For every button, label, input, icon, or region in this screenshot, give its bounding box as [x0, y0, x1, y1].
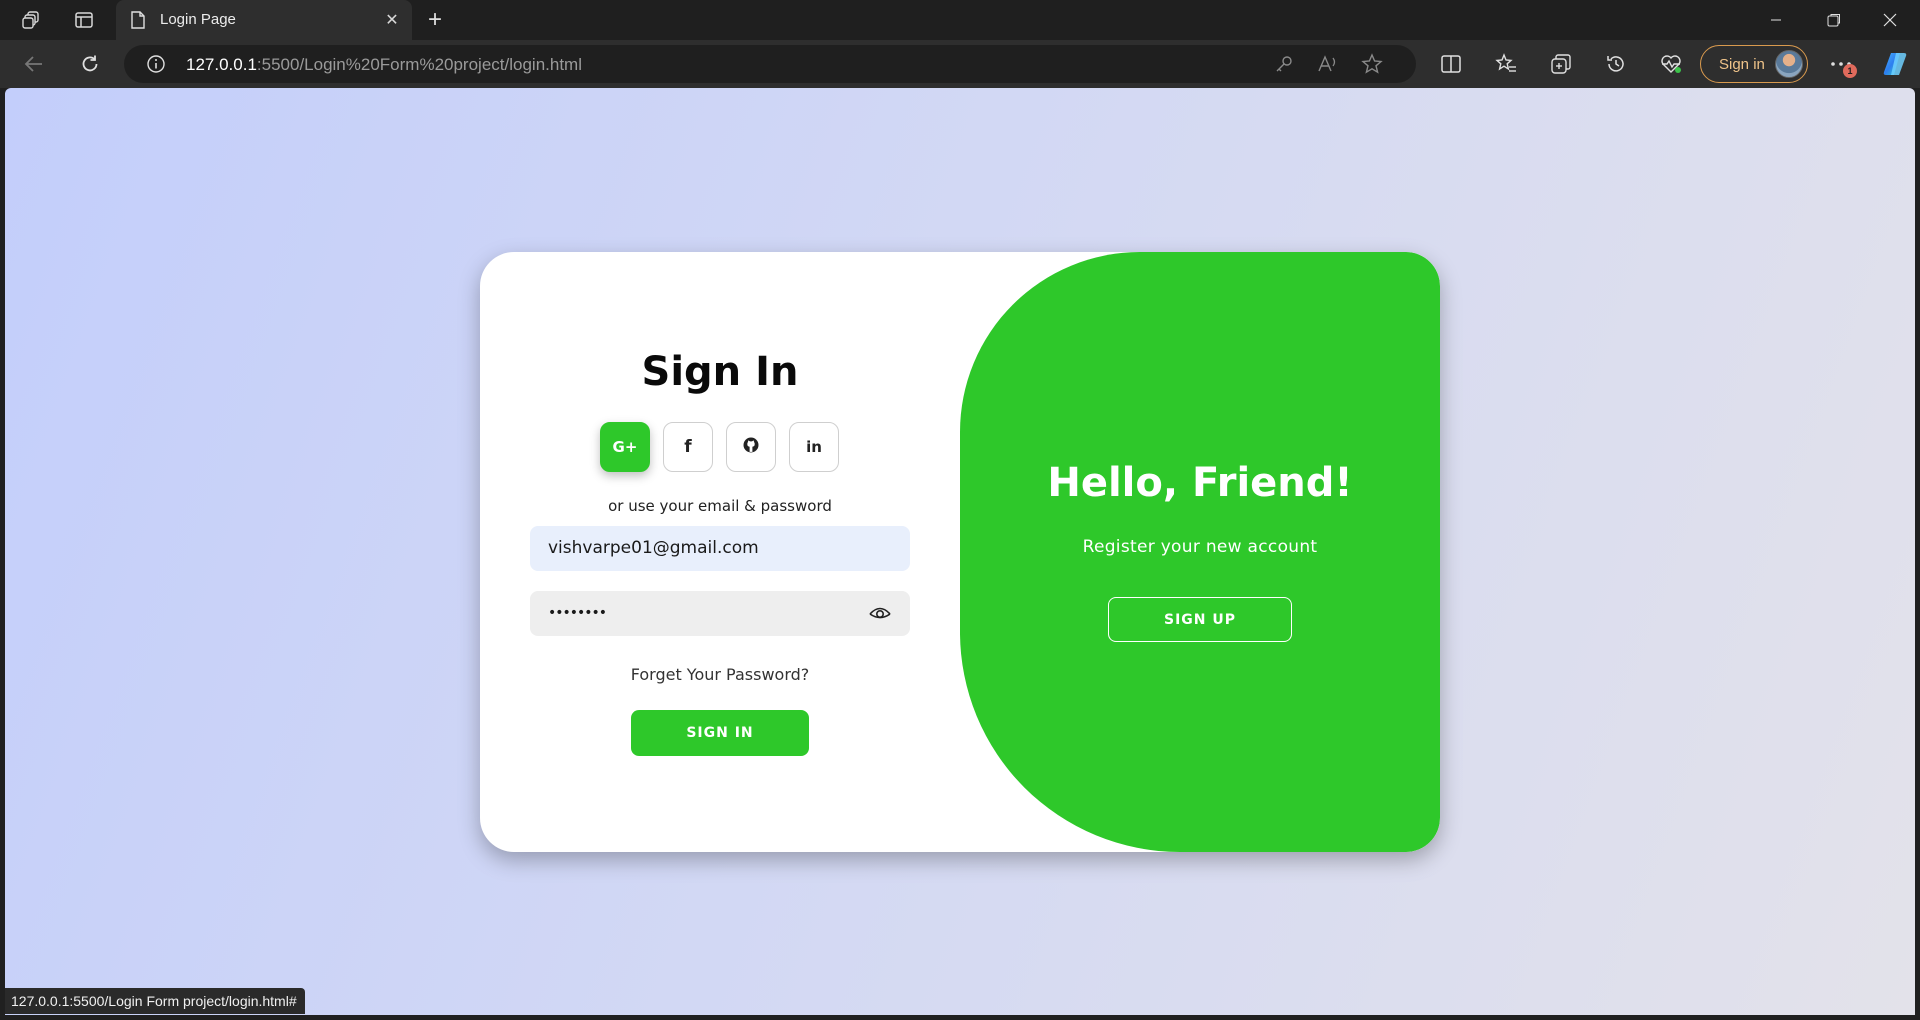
- profile-signin-button[interactable]: Sign in: [1700, 45, 1808, 83]
- page-icon: [128, 10, 148, 30]
- signin-button[interactable]: SIGN IN: [631, 710, 809, 756]
- site-info-icon[interactable]: [146, 54, 166, 74]
- google-plus-button[interactable]: G+: [600, 422, 650, 472]
- status-bar-url: 127.0.0.1:5500/Login Form project/login.…: [5, 988, 305, 1014]
- password-field[interactable]: ••••••••: [530, 591, 910, 636]
- back-button[interactable]: [18, 49, 50, 79]
- url-text[interactable]: 127.0.0.1:5500/Login%20Form%20project/lo…: [186, 55, 582, 75]
- title-bar: Login Page ✕ +: [0, 0, 1920, 40]
- notification-badge: 1: [1843, 64, 1857, 78]
- github-button[interactable]: [726, 422, 776, 472]
- facebook-button[interactable]: f: [663, 422, 713, 472]
- greeting-title: Hello, Friend!: [1047, 460, 1353, 506]
- close-tab-icon[interactable]: ✕: [380, 8, 404, 32]
- signin-title: Sign In: [641, 349, 799, 395]
- alternative-signin-text: or use your email & password: [608, 497, 832, 515]
- favorite-star-icon[interactable]: [1360, 53, 1384, 75]
- register-subtitle: Register your new account: [1082, 537, 1318, 557]
- signup-button[interactable]: SIGN UP: [1108, 597, 1292, 642]
- password-value: ••••••••: [548, 605, 607, 621]
- browser-toolbar: 127.0.0.1:5500/Login%20Form%20project/lo…: [0, 40, 1920, 88]
- login-card: Sign In G+ f in or use your email & pass…: [480, 252, 1440, 852]
- workspaces-icon[interactable]: [18, 6, 46, 34]
- collections-icon[interactable]: [1546, 49, 1576, 79]
- window-bottom-edge: [0, 1015, 1920, 1020]
- register-panel: Hello, Friend! Register your new account…: [960, 252, 1440, 852]
- avatar: [1775, 50, 1803, 78]
- copilot-icon[interactable]: [1880, 49, 1910, 79]
- url-path: :5500/Login%20Form%20project/login.html: [256, 55, 582, 74]
- tab-actions-icon[interactable]: [70, 6, 98, 34]
- close-window-button[interactable]: [1862, 0, 1918, 40]
- restore-button[interactable]: [1806, 0, 1862, 40]
- profile-signin-label: Sign in: [1719, 56, 1765, 73]
- read-aloud-icon[interactable]: [1316, 53, 1340, 75]
- new-tab-button[interactable]: +: [420, 5, 450, 35]
- password-key-icon[interactable]: [1272, 53, 1296, 75]
- google-plus-icon: G+: [612, 438, 638, 456]
- linkedin-icon: in: [806, 438, 822, 456]
- facebook-icon: f: [684, 437, 692, 457]
- email-field[interactable]: vishvarpe01@gmail.com: [530, 526, 910, 571]
- github-icon: [742, 436, 760, 459]
- tab-login-page[interactable]: Login Page ✕: [116, 0, 412, 40]
- email-value: vishvarpe01@gmail.com: [548, 538, 759, 558]
- url-host: 127.0.0.1: [186, 55, 257, 74]
- linkedin-button[interactable]: in: [789, 422, 839, 472]
- split-screen-icon[interactable]: [1436, 49, 1466, 79]
- show-password-icon[interactable]: [868, 603, 892, 623]
- minimize-button[interactable]: [1748, 0, 1804, 40]
- address-bar[interactable]: 127.0.0.1:5500/Login%20Form%20project/lo…: [124, 45, 1416, 83]
- tab-title: Login Page: [160, 11, 236, 28]
- favorites-icon[interactable]: [1491, 49, 1521, 79]
- forgot-password-link[interactable]: Forget Your Password?: [480, 665, 960, 684]
- refresh-button[interactable]: [74, 49, 106, 79]
- page-viewport: Sign In G+ f in or use your email & pass…: [5, 88, 1915, 1015]
- history-icon[interactable]: [1601, 49, 1631, 79]
- browser-essentials-icon[interactable]: [1656, 49, 1686, 79]
